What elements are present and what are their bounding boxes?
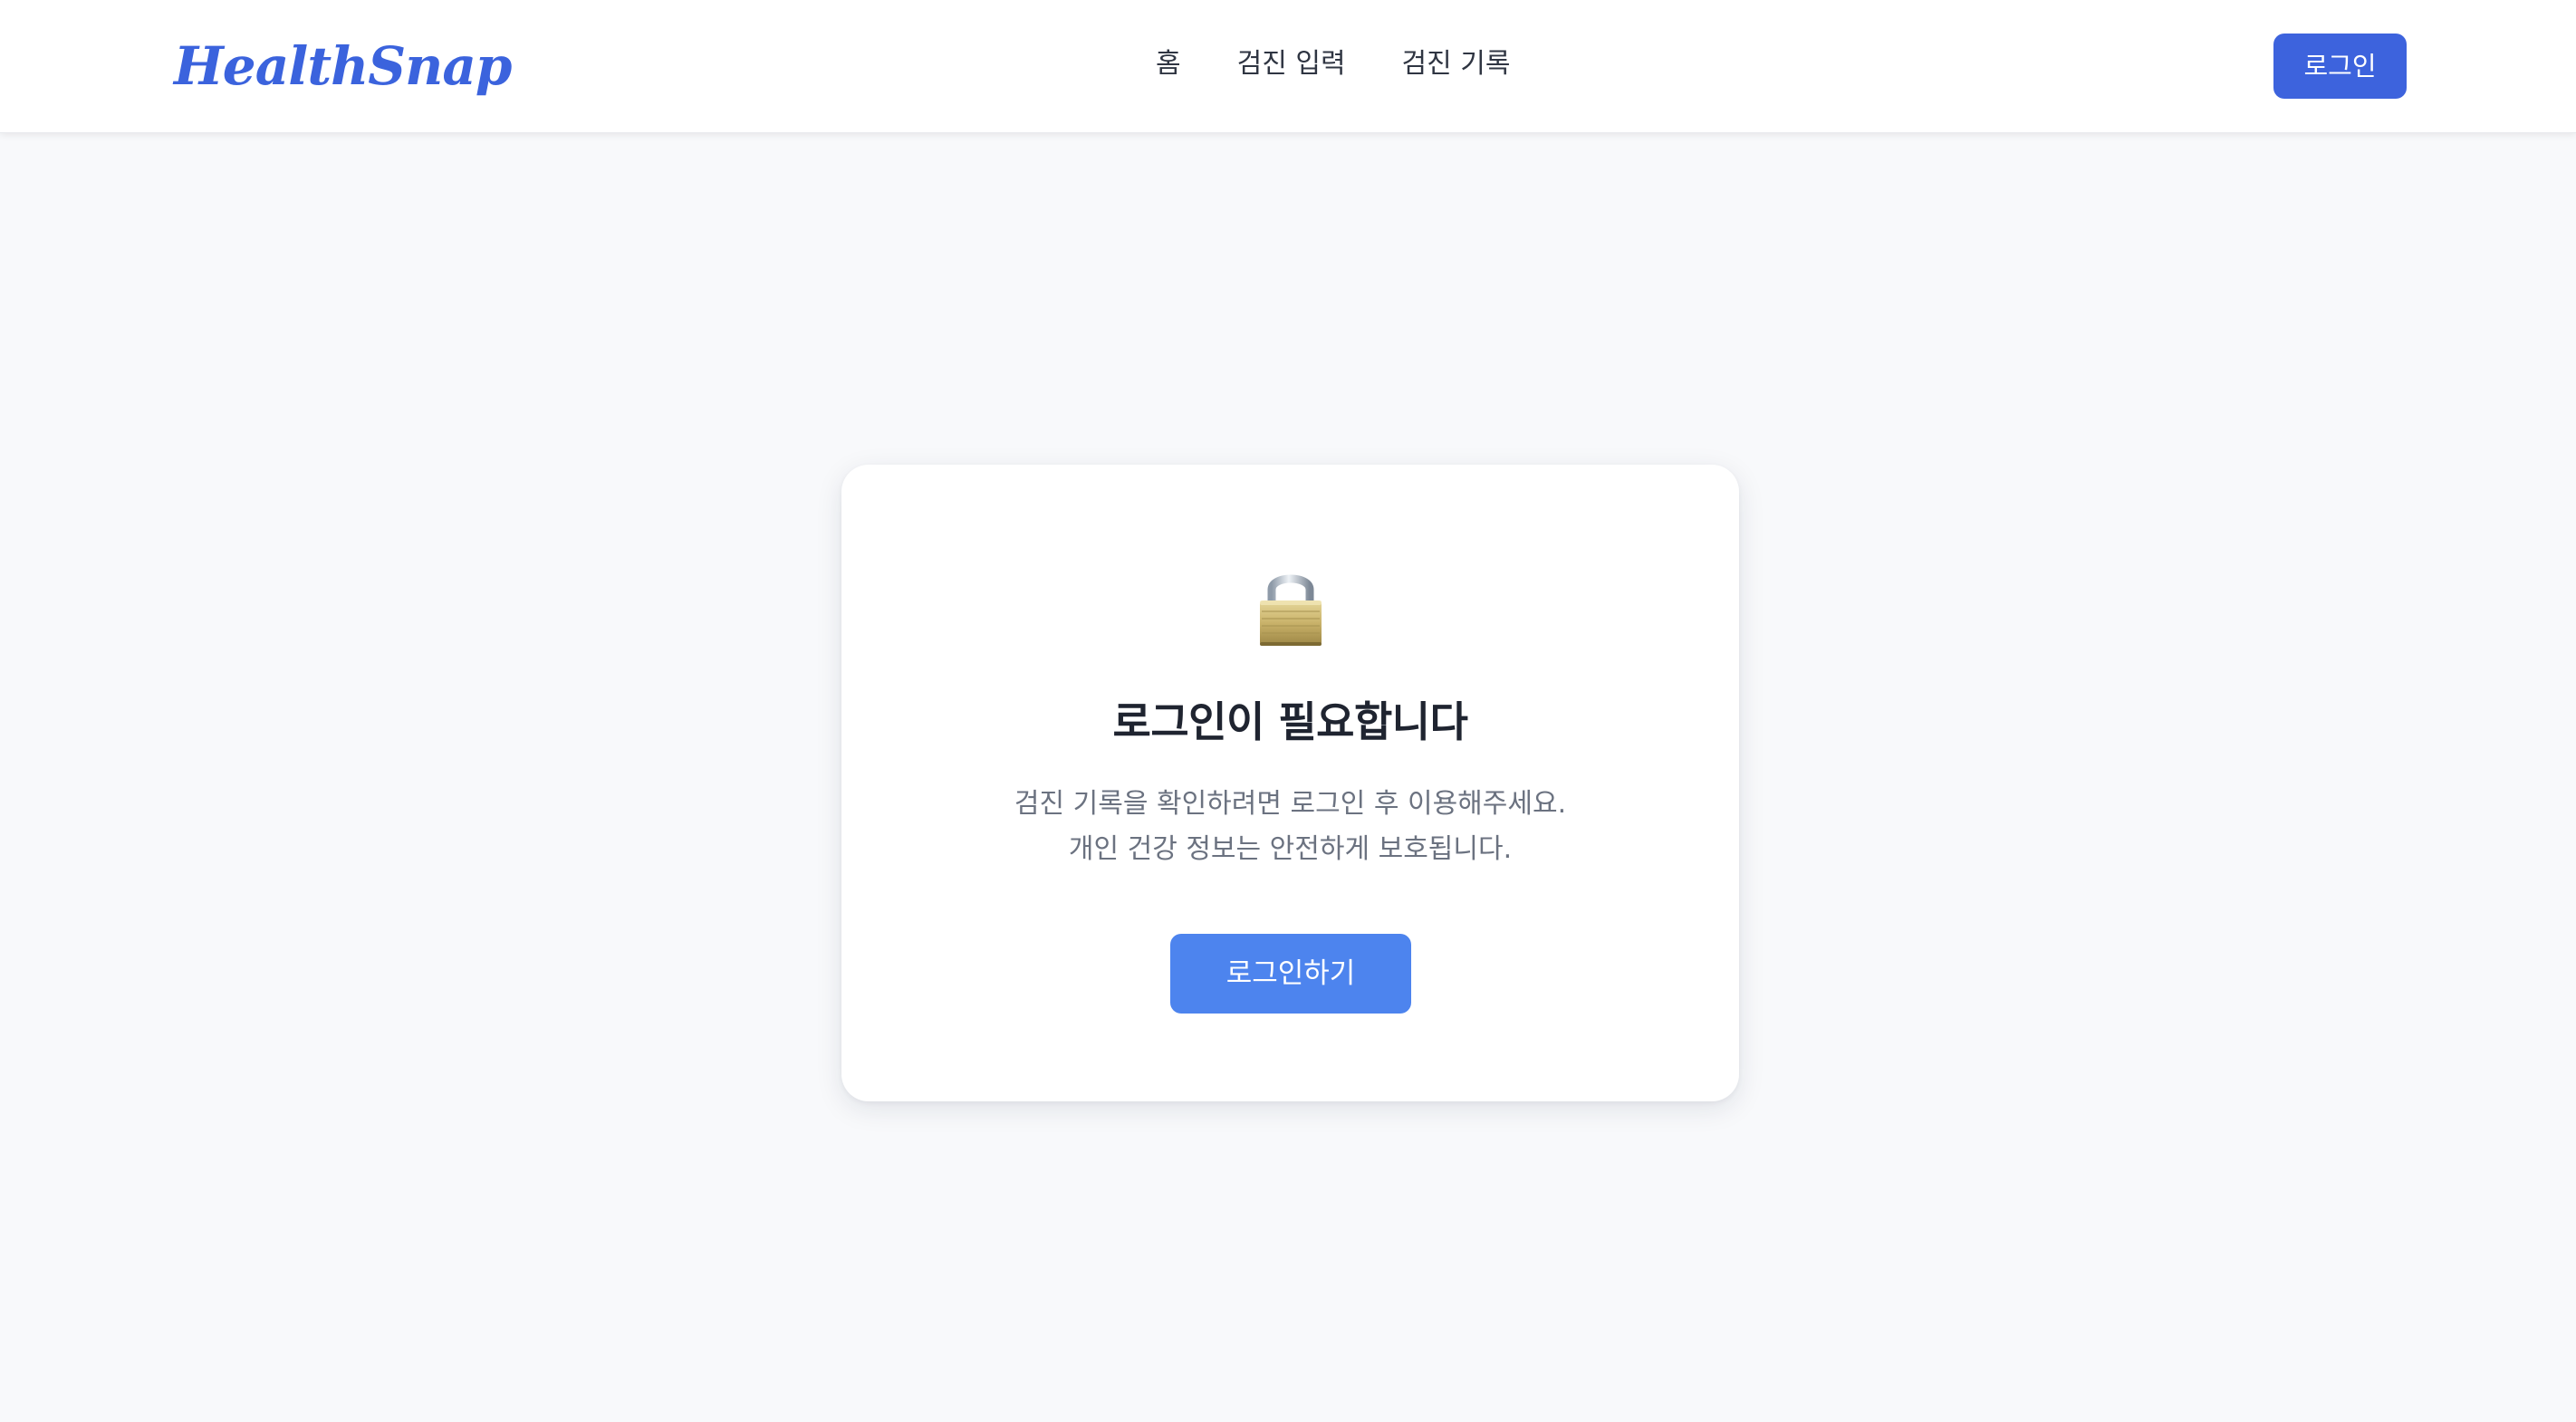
description-line: 검진 기록을 확인하려면 로그인 후 이용해주세요. [1014,788,1567,820]
page-title: 로그인이 필요합니다 [1112,697,1468,746]
lock-icon [1260,574,1322,646]
main-nav: 홈 검진 입력 검진 기록 [1156,38,1510,91]
login-button[interactable]: 로그인하기 [1170,934,1411,1014]
login-description: 검진 기록을 확인하려면 로그인 후 이용해주세요. 개인 건강 정보는 안전하… [841,782,1739,872]
header-login-button[interactable]: 로그인 [2273,34,2407,99]
top-navigation-bar: HealthSnap 홈 검진 입력 검진 기록 로그인 [0,0,2576,133]
app-root: HealthSnap 홈 검진 입력 검진 기록 로그인 로그인이 필요합니다 … [0,0,2576,1422]
brand-logo[interactable]: HealthSnap [174,27,512,105]
nav-item-home[interactable]: 홈 [1156,38,1181,91]
description-line: 개인 건강 정보는 안전하게 보호됩니다. [1068,833,1513,865]
nav-item-checkup-input[interactable]: 검진 입력 [1237,38,1346,91]
nav-item-checkup-records[interactable]: 검진 기록 [1402,38,1511,91]
login-required-card: 로그인이 필요합니다 검진 기록을 확인하려면 로그인 후 이용해주세요. 개인… [841,465,1739,1101]
